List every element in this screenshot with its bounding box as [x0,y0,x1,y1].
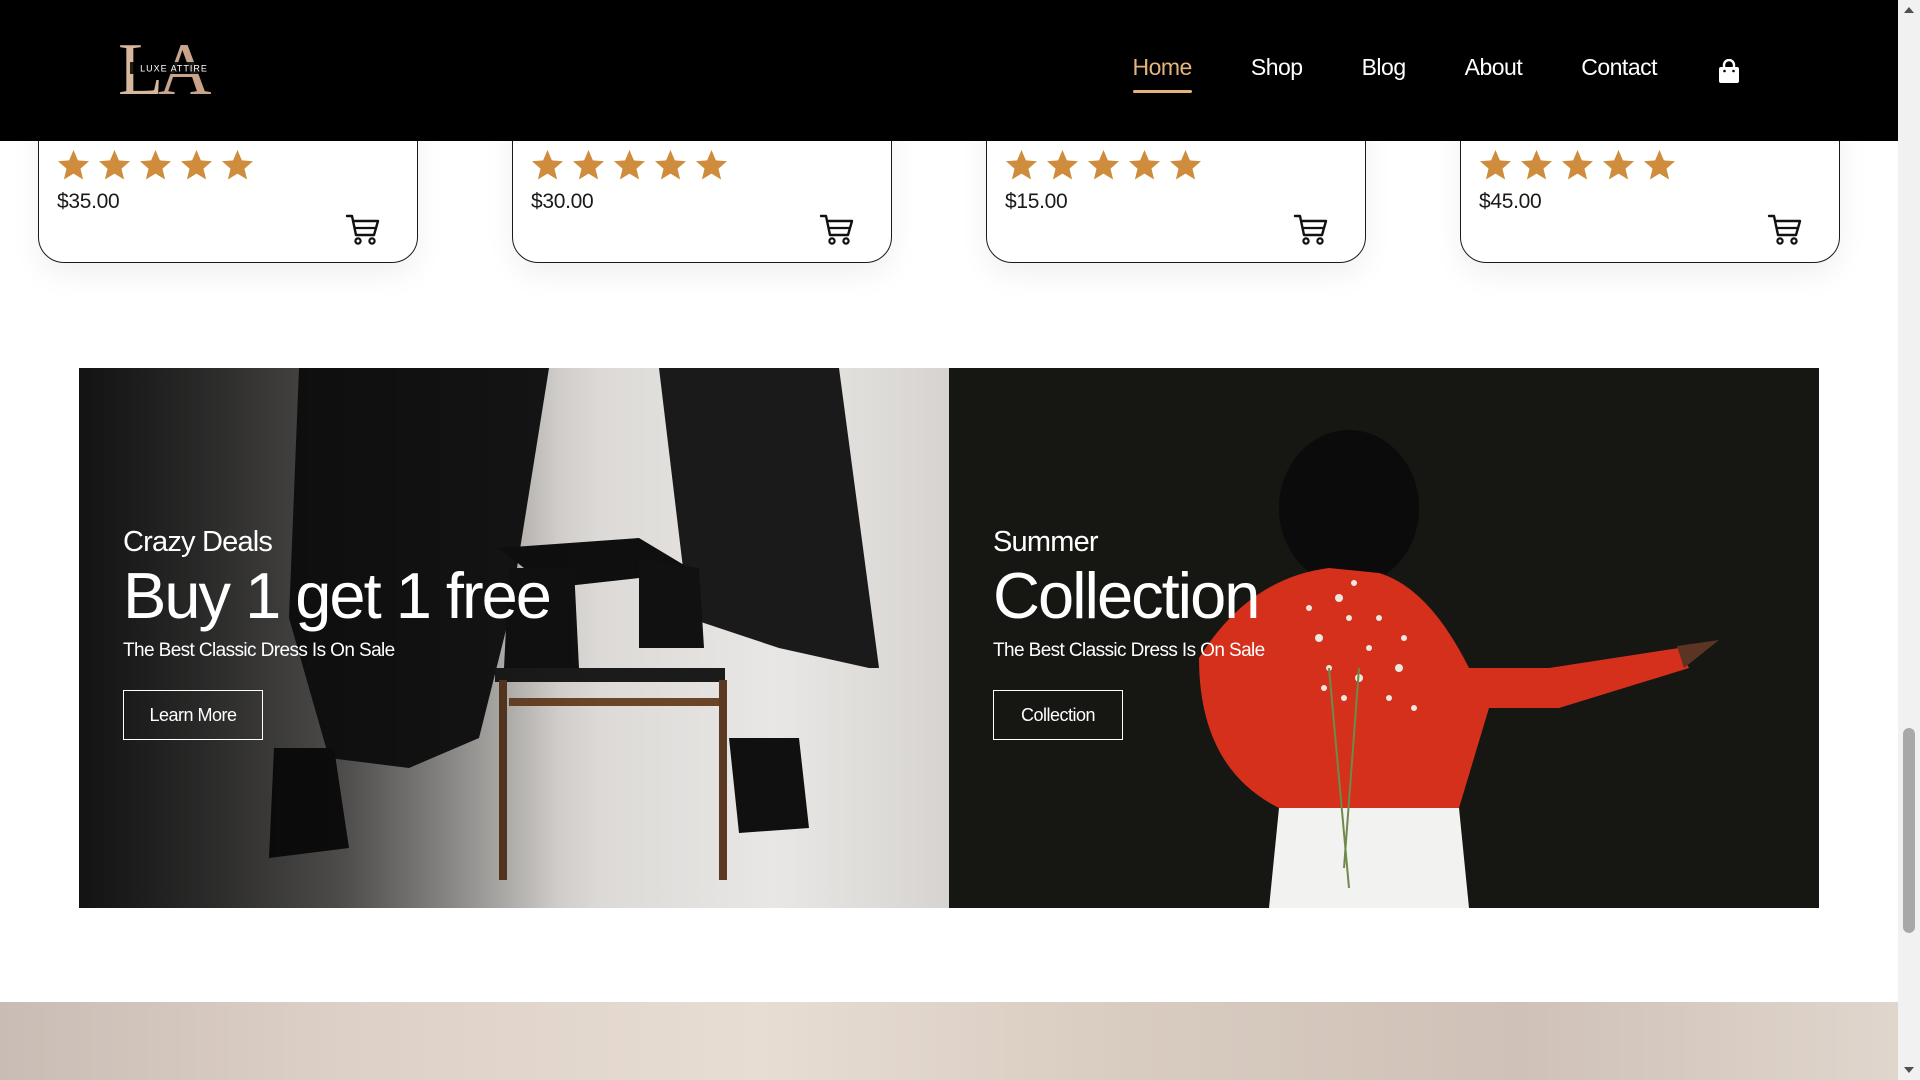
page-scrollbar[interactable] [1898,0,1920,1080]
star-icon [532,150,563,180]
star-icon [1603,150,1634,180]
banner-subtitle: The Best Classic Dress Is On Sale [123,640,395,661]
banner-text: Crazy Deals Buy 1 get 1 free The Best Cl… [123,526,552,662]
star-icon [140,150,171,180]
nav-contact[interactable]: Contact [1581,54,1657,87]
star-icon [573,150,604,180]
banner-text: Summer Collection The Best Classic Dress… [993,528,1265,662]
scroll-up-arrow-icon[interactable] [1898,0,1920,20]
promo-banner-deals: Crazy Deals Buy 1 get 1 free The Best Cl… [79,368,949,908]
star-icon [58,150,89,180]
star-icon [181,150,212,180]
star-icon [1006,150,1037,180]
next-section-hero-image [0,1002,1898,1080]
brand-logo[interactable]: L A LUXE ATTIRE [120,32,226,98]
main-nav: Home Shop Blog About Contact [1132,0,1741,141]
star-icon [614,150,645,180]
collection-button[interactable]: Collection [993,690,1123,740]
add-to-cart-icon[interactable] [1293,212,1329,246]
site-header: L A LUXE ATTIRE Home Shop Blog About Con… [0,0,1898,141]
star-icon [1521,150,1552,180]
star-icon [1129,150,1160,180]
star-rating [530,149,729,182]
star-icon [99,150,130,180]
star-icon [1644,150,1675,180]
product-price: $30.00 [531,190,594,213]
add-to-cart-icon[interactable] [1767,212,1803,246]
promo-banner-summer: Summer Collection The Best Classic Dress… [949,368,1819,908]
banner-headline: Collection [993,559,1260,632]
product-price: $45.00 [1479,190,1542,213]
scroll-down-arrow-icon[interactable] [1898,1060,1920,1080]
learn-more-button[interactable]: Learn More [123,690,263,740]
add-to-cart-icon[interactable] [345,212,381,246]
banner-kicker: Crazy Deals [123,526,273,558]
add-to-cart-icon[interactable] [819,212,855,246]
star-icon [222,150,253,180]
banner-subtitle: The Best Classic Dress Is On Sale [993,640,1265,661]
star-rating [1004,149,1203,182]
nav-home[interactable]: Home [1132,54,1192,93]
star-icon [1562,150,1593,180]
star-icon [655,150,686,180]
star-icon [696,150,727,180]
nav-blog[interactable]: Blog [1362,54,1407,87]
star-icon [1480,150,1511,180]
star-rating [1478,149,1677,182]
shopping-bag-icon[interactable] [1718,58,1740,83]
star-icon [1047,150,1078,180]
product-price: $35.00 [57,190,120,213]
star-rating [56,149,255,182]
star-icon [1170,150,1201,180]
scrollbar-thumb[interactable] [1903,728,1915,933]
product-price: $15.00 [1005,190,1068,213]
logo-text: LUXE ATTIRE [140,64,208,74]
banner-kicker: Summer [993,526,1099,558]
nav-shop[interactable]: Shop [1251,54,1303,87]
nav-about[interactable]: About [1465,54,1523,87]
star-icon [1088,150,1119,180]
banner-headline: Buy 1 get 1 free [123,559,552,632]
